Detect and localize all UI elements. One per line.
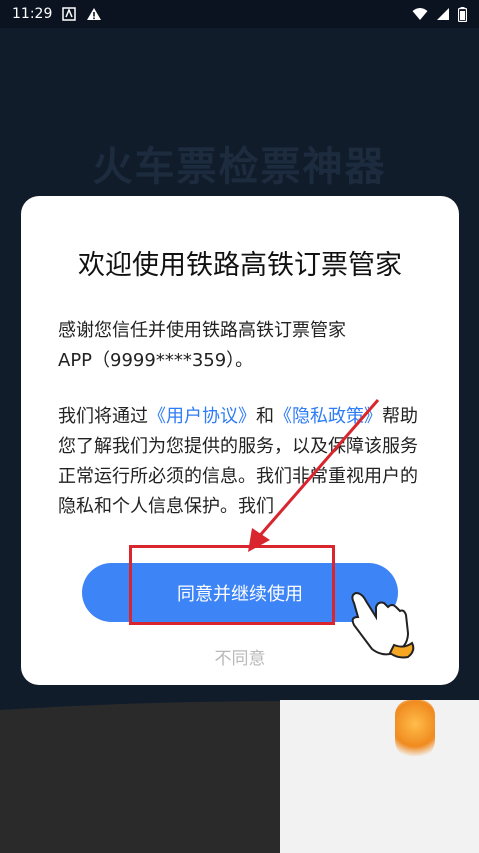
privacy-prefix: 我们将通过 <box>58 406 148 427</box>
intro-line-2: APP（9999****359）。 <box>58 350 254 371</box>
signal-icon <box>436 7 450 21</box>
privacy-paragraph: 我们将通过《用户协议》和《隐私政策》帮助您了解我们为您提供的服务，以及保障该服务… <box>58 402 428 522</box>
intro-paragraph: 感谢您信任并使用铁路高铁订票管家 APP（9999****359）。 <box>58 316 428 376</box>
warning-icon <box>86 7 102 21</box>
wifi-icon <box>412 7 428 21</box>
status-time: 11:29 <box>12 6 53 22</box>
status-bar: 11:29 <box>0 0 479 28</box>
background-image-fragment <box>280 700 479 853</box>
battery-icon <box>458 6 467 22</box>
dialog-title: 欢迎使用铁路高铁订票管家 <box>78 250 402 281</box>
privacy-policy-link[interactable]: 《隐私政策》 <box>274 406 382 427</box>
pointing-hand-icon <box>351 591 415 659</box>
user-agreement-link[interactable]: 《用户协议》 <box>148 406 256 427</box>
intro-line-1: 感谢您信任并使用铁路高铁订票管家 <box>58 320 346 341</box>
flame-decoration <box>395 700 435 760</box>
highlight-box <box>129 545 335 625</box>
privacy-and: 和 <box>256 406 274 427</box>
background-title: 火车票检票神器 <box>92 144 387 190</box>
app-notification-icon <box>62 7 77 21</box>
